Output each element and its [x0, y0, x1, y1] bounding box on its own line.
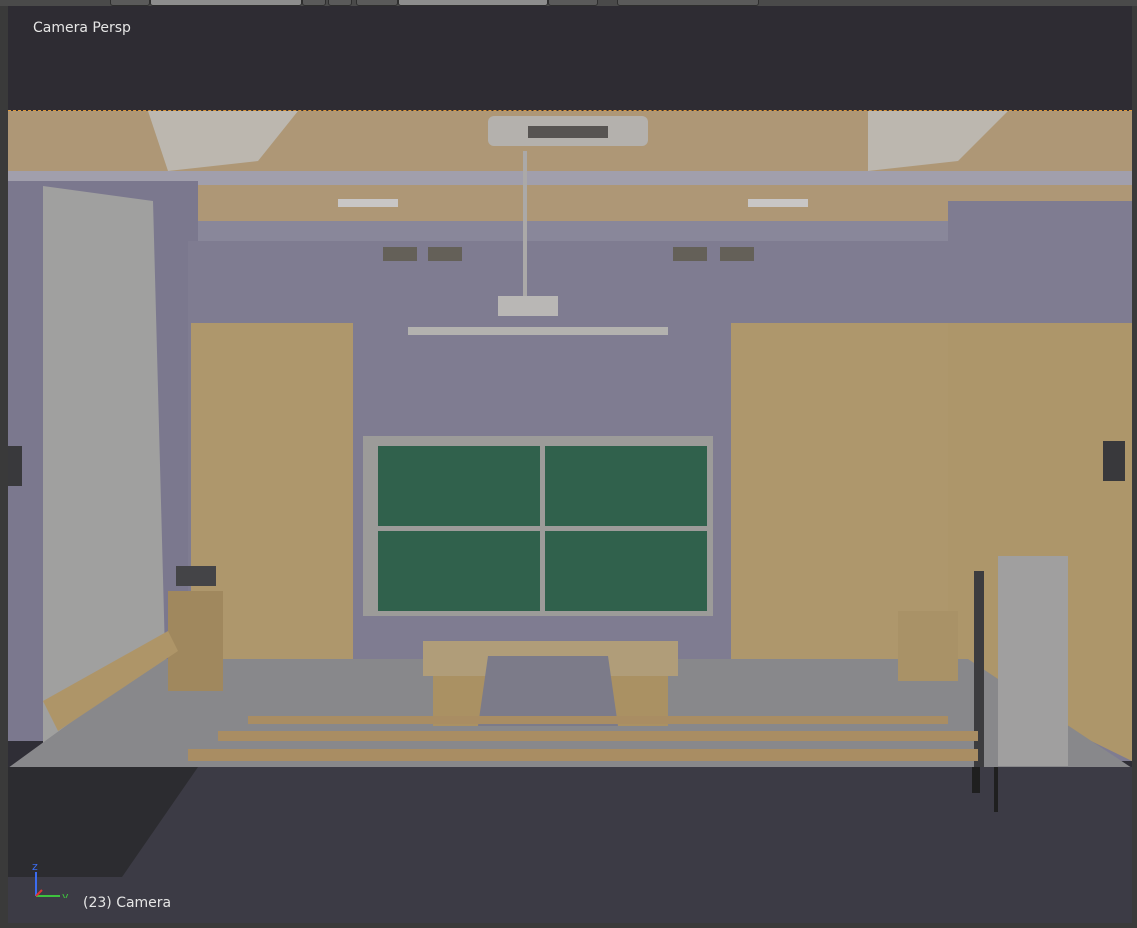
camera-edge-lines — [972, 767, 998, 812]
lecture-hall-render — [8, 111, 1132, 768]
y-axis-label: y — [62, 890, 69, 898]
view-name-label: Camera Persp — [33, 20, 131, 36]
active-object-label: (23) Camera — [83, 895, 172, 911]
region-divider-bottom[interactable] — [0, 923, 1137, 928]
viewport-lower-area — [8, 767, 1132, 923]
3d-viewport[interactable]: Camera Persp z y (23) Camera — [8, 6, 1132, 923]
region-divider-left[interactable] — [0, 6, 8, 928]
camera-frame — [8, 110, 1132, 769]
region-divider-right[interactable] — [1132, 6, 1137, 928]
axis-gizmo: z y — [32, 860, 69, 898]
z-axis-label: z — [32, 860, 38, 873]
